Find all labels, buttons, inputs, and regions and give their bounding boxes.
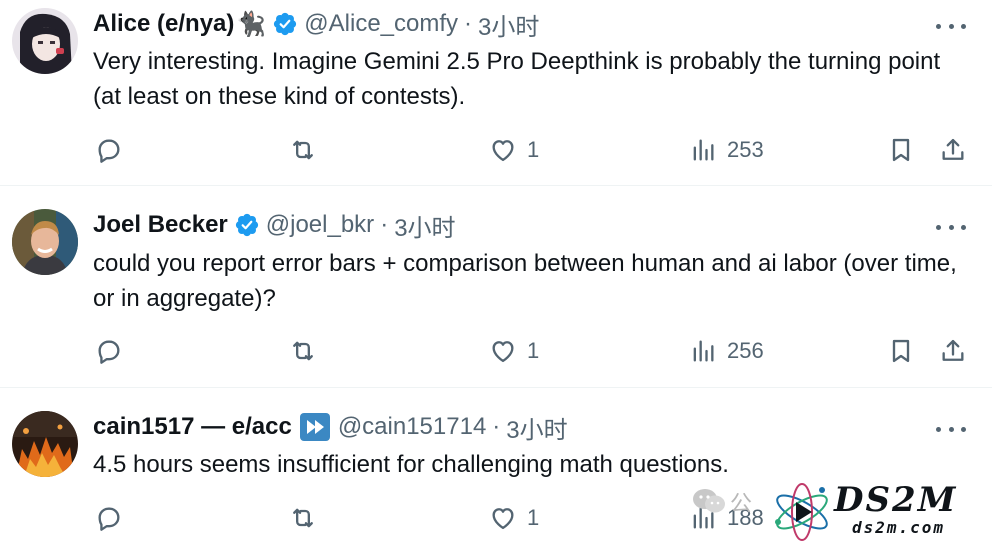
wechat-icon <box>693 489 725 513</box>
reply-icon <box>98 340 120 364</box>
dot-icon <box>936 23 941 29</box>
separator-dot: · <box>380 211 389 238</box>
like-count: 1 <box>527 338 540 363</box>
author-name[interactable]: Joel Becker <box>93 211 228 239</box>
avatar-alice[interactable] <box>12 8 78 74</box>
views-button[interactable]: 256 <box>689 331 764 371</box>
reply-icon <box>98 139 120 163</box>
view-count: 256 <box>727 338 764 363</box>
timestamp[interactable]: 3小时 <box>506 410 567 445</box>
view-count: 253 <box>727 137 764 162</box>
bookmark-icon <box>892 138 910 162</box>
tweet-reply-alice[interactable]: Alice (e/nya) 🐈‍⬛ @Alice_comfy · 3小时 Ver… <box>0 0 992 186</box>
tweet-actions: 1 256 <box>93 331 973 371</box>
black-cat-emoji-icon: 🐈‍⬛ <box>236 10 267 38</box>
more-options-button[interactable] <box>936 414 966 444</box>
retweet-button[interactable] <box>289 130 317 170</box>
like-button[interactable]: 1 <box>489 498 539 538</box>
watermark-title: DS2M <box>834 480 958 520</box>
watermark-prefix: 公 <box>730 491 753 516</box>
dot-icon <box>948 224 954 230</box>
views-button[interactable]: 253 <box>689 130 764 170</box>
like-button[interactable]: 1 <box>489 130 539 170</box>
author-handle[interactable]: @joel_bkr <box>266 211 374 239</box>
watermark-overlay: 公 DS2M ds2m.com <box>690 480 992 546</box>
dot-icon <box>948 426 954 432</box>
dot-icon <box>936 426 941 432</box>
dot-icon <box>961 23 966 29</box>
views-icon <box>693 340 714 362</box>
share-icon <box>942 138 964 160</box>
reply-icon <box>98 507 120 531</box>
retweet-button[interactable] <box>289 498 317 538</box>
tweet-actions: 1 253 <box>93 130 973 170</box>
like-count: 1 <box>527 505 540 530</box>
author-handle[interactable]: @Alice_comfy <box>304 10 458 38</box>
watermark-url: ds2m.com <box>852 518 946 537</box>
like-button[interactable]: 1 <box>489 331 539 371</box>
bookmark-button[interactable] <box>887 331 915 371</box>
author-name[interactable]: cain1517 — e/acc <box>93 413 292 441</box>
separator-dot: · <box>464 10 473 37</box>
tweet-header: Alice (e/nya) 🐈‍⬛ @Alice_comfy · 3小时 <box>93 7 539 42</box>
views-icon <box>693 139 714 161</box>
tweet-text: 4.5 hours seems insufficient for challen… <box>93 451 729 478</box>
fast-forward-icon <box>299 413 330 441</box>
heart-icon <box>492 508 514 530</box>
verified-badge-icon <box>235 213 258 237</box>
tweet-header: Joel Becker @joel_bkr · 3小时 <box>93 208 456 243</box>
retweet-icon <box>293 508 313 528</box>
dot-icon <box>961 426 966 432</box>
avatar-cain[interactable] <box>12 411 78 477</box>
retweet-icon <box>293 140 313 160</box>
like-count: 1 <box>527 137 540 162</box>
more-options-button[interactable] <box>936 11 966 41</box>
more-options-button[interactable] <box>936 212 966 242</box>
share-icon <box>942 339 964 361</box>
retweet-icon <box>293 341 313 361</box>
tweet-text: Very interesting. Imagine Gemini 2.5 Pro… <box>93 48 941 110</box>
bookmark-button[interactable] <box>887 130 915 170</box>
heart-icon <box>492 140 514 162</box>
timestamp[interactable]: 3小时 <box>394 208 455 243</box>
dot-icon <box>936 224 941 230</box>
dot-icon <box>948 23 954 29</box>
heart-icon <box>492 341 514 363</box>
author-name[interactable]: Alice (e/nya) <box>93 10 234 38</box>
reply-button[interactable] <box>95 498 123 538</box>
share-button[interactable] <box>939 130 967 170</box>
timestamp[interactable]: 3小时 <box>478 7 539 42</box>
separator-dot: · <box>492 413 501 440</box>
tweet-text: could you report error bars + comparison… <box>93 250 957 312</box>
retweet-button[interactable] <box>289 331 317 371</box>
verified-badge-icon <box>274 12 297 36</box>
tweet-reply-joel[interactable]: Joel Becker @joel_bkr · 3小时 could you re… <box>0 187 992 388</box>
tweet-header: cain1517 — e/acc @cain151714 · 3小时 <box>93 410 568 445</box>
dot-icon <box>961 224 966 230</box>
share-button[interactable] <box>939 331 967 371</box>
bookmark-icon <box>892 339 910 363</box>
reply-button[interactable] <box>95 130 123 170</box>
avatar-joel[interactable] <box>12 209 78 275</box>
author-handle[interactable]: @cain151714 <box>338 413 486 441</box>
ds2m-logo-icon <box>775 483 828 541</box>
reply-button[interactable] <box>95 331 123 371</box>
